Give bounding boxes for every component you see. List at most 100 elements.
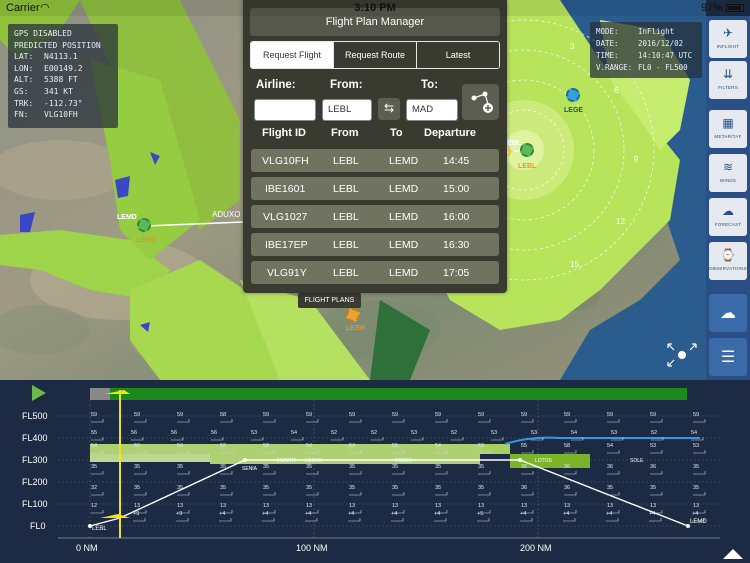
- wind-value: 13: [521, 503, 528, 509]
- wind-value: 36: [564, 485, 571, 491]
- wind-barb: [91, 471, 104, 475]
- route-icon: [471, 91, 493, 113]
- wind-value: +9: [133, 511, 140, 517]
- col-to: To: [390, 127, 403, 139]
- app-root: GPS DISABLED PREDICTED POSITION LAT: N411…: [0, 0, 750, 563]
- wind-barb: [693, 450, 706, 454]
- tab-request-route[interactable]: Request Route: [334, 42, 417, 68]
- wind-value: 59: [263, 412, 270, 418]
- wind-barb: [521, 492, 534, 496]
- wind-value: 35: [650, 485, 657, 491]
- menu-icon: ☰: [720, 349, 736, 366]
- sidebar-observations-button[interactable]: ⌚ OBSERVATIONS: [709, 242, 747, 280]
- flight-row[interactable]: IBE1601 LEBL LEMD 15:00: [251, 177, 499, 200]
- airport-lerr-marker[interactable]: [346, 308, 360, 322]
- airport-lemd-marker[interactable]: [137, 218, 151, 232]
- wind-value: 52: [371, 430, 378, 436]
- wind-barb: [392, 471, 405, 475]
- wind-value: 35: [392, 485, 399, 491]
- wind-barb: [371, 437, 384, 441]
- flight-row[interactable]: VLG1027 LEBL LEMD 16:00: [251, 205, 499, 228]
- airline-input[interactable]: [254, 99, 316, 121]
- winds-icon: ≋: [722, 160, 734, 174]
- wind-value: 52: [651, 430, 658, 436]
- from-input[interactable]: LEBL: [322, 99, 372, 121]
- wind-value: 53: [531, 430, 538, 436]
- wind-value: 53: [650, 443, 657, 449]
- wind-barb: [219, 518, 232, 522]
- sidebar-inflight-button[interactable]: ✈ INFLIGHT: [709, 20, 747, 58]
- flight-row[interactable]: IBE17EP LEBL LEMD 16:30: [251, 233, 499, 256]
- sidebar-winds-button[interactable]: ≋ WINDS: [709, 154, 747, 192]
- tab-request-flight[interactable]: Request Flight: [251, 42, 334, 68]
- tab-latest[interactable]: Latest: [417, 42, 499, 68]
- wind-value: 35: [693, 464, 700, 470]
- wind-barb: [349, 492, 362, 496]
- mode-row-vrange: V.RANGE: FL0 - FL500: [596, 63, 688, 72]
- wind-value: 55: [521, 443, 528, 449]
- wind-value: 35: [263, 464, 270, 470]
- wind-value: 59: [478, 412, 485, 418]
- route-request-button[interactable]: [462, 84, 499, 120]
- fl-label-0: FL0: [30, 521, 46, 531]
- wind-barb: [263, 492, 276, 496]
- wind-value: 56: [177, 443, 184, 449]
- wind-barb: [391, 518, 404, 522]
- wind-value: 54: [91, 443, 98, 449]
- wind-barb: [649, 518, 662, 522]
- sidebar-menu-button[interactable]: ☰: [709, 338, 747, 376]
- wind-value: 59: [349, 412, 356, 418]
- wind-barb: [220, 419, 233, 423]
- waypoint-label: MONTIT: [277, 458, 297, 464]
- wind-barb: [693, 492, 706, 496]
- airport-lebl-marker[interactable]: [520, 143, 534, 157]
- wind-value: 36: [650, 464, 657, 470]
- flight-plans-button[interactable]: FLIGHT PLANS: [298, 293, 361, 308]
- wind-value: 54: [435, 443, 442, 449]
- wind-barb: [693, 471, 706, 475]
- flight-row[interactable]: VLG10FH LEBL LEMD 14:45: [251, 149, 499, 172]
- wind-value: 36: [607, 464, 614, 470]
- wind-value: 13: [220, 503, 227, 509]
- chevron-up-icon: [723, 549, 743, 559]
- battery-indicator: 97%: [701, 2, 744, 14]
- wind-barb: [521, 450, 534, 454]
- col-departure: Departure: [424, 127, 476, 139]
- wind-barb: [521, 419, 534, 423]
- wind-barb: [91, 510, 104, 514]
- wind-barb: [331, 437, 344, 441]
- observations-icon: ⌚: [720, 248, 736, 262]
- swap-airports-button[interactable]: ⇆: [378, 98, 400, 120]
- wind-value: 35: [607, 485, 614, 491]
- wind-value: 13: [392, 503, 399, 509]
- expand-profile-button[interactable]: [720, 545, 746, 561]
- vertical-profile-panel[interactable]: FL500 FL400 FL300 FL200 FL100 FL0 0 NM 1…: [0, 380, 750, 563]
- wind-value: 52: [331, 430, 338, 436]
- range-label-12: 12: [616, 217, 625, 226]
- sidebar-filters-button[interactable]: ⇊ FILTERS: [709, 61, 747, 99]
- wind-value: 13: [607, 503, 614, 509]
- wind-barb: [607, 450, 620, 454]
- wind-value: 54: [291, 430, 298, 436]
- wind-value: 35: [306, 464, 313, 470]
- profile-canvas: [32, 385, 720, 539]
- to-input[interactable]: MAD: [406, 99, 458, 121]
- wind-value: +4: [305, 511, 312, 517]
- waypoint-label: SOLE: [630, 458, 644, 464]
- gps-row-lon: LON: E00149.2: [14, 63, 83, 73]
- sidebar-metar-button[interactable]: ▦ METAR/TAF: [709, 110, 747, 148]
- sidebar-forecast-button[interactable]: ☁ FORECAST: [709, 198, 747, 236]
- wind-value: 35: [134, 464, 141, 470]
- airport-lege-marker[interactable]: [566, 88, 580, 102]
- gps-status: GPS DISABLED: [14, 29, 72, 38]
- wind-value: 35: [693, 485, 700, 491]
- waypoint-label: ADUXO: [212, 210, 241, 219]
- wind-value: 56: [220, 443, 227, 449]
- recenter-icon[interactable]: [664, 340, 700, 370]
- airport-lerr-label: LERR: [346, 325, 366, 332]
- wind-barb: [263, 471, 276, 475]
- flight-row[interactable]: VLG91Y LEBL LEMD 17:05: [251, 261, 499, 284]
- waypoint-label: LOTOS: [535, 458, 552, 464]
- range-label-3: 3: [570, 42, 575, 51]
- sidebar-connectivity-button[interactable]: ☁: [709, 294, 747, 332]
